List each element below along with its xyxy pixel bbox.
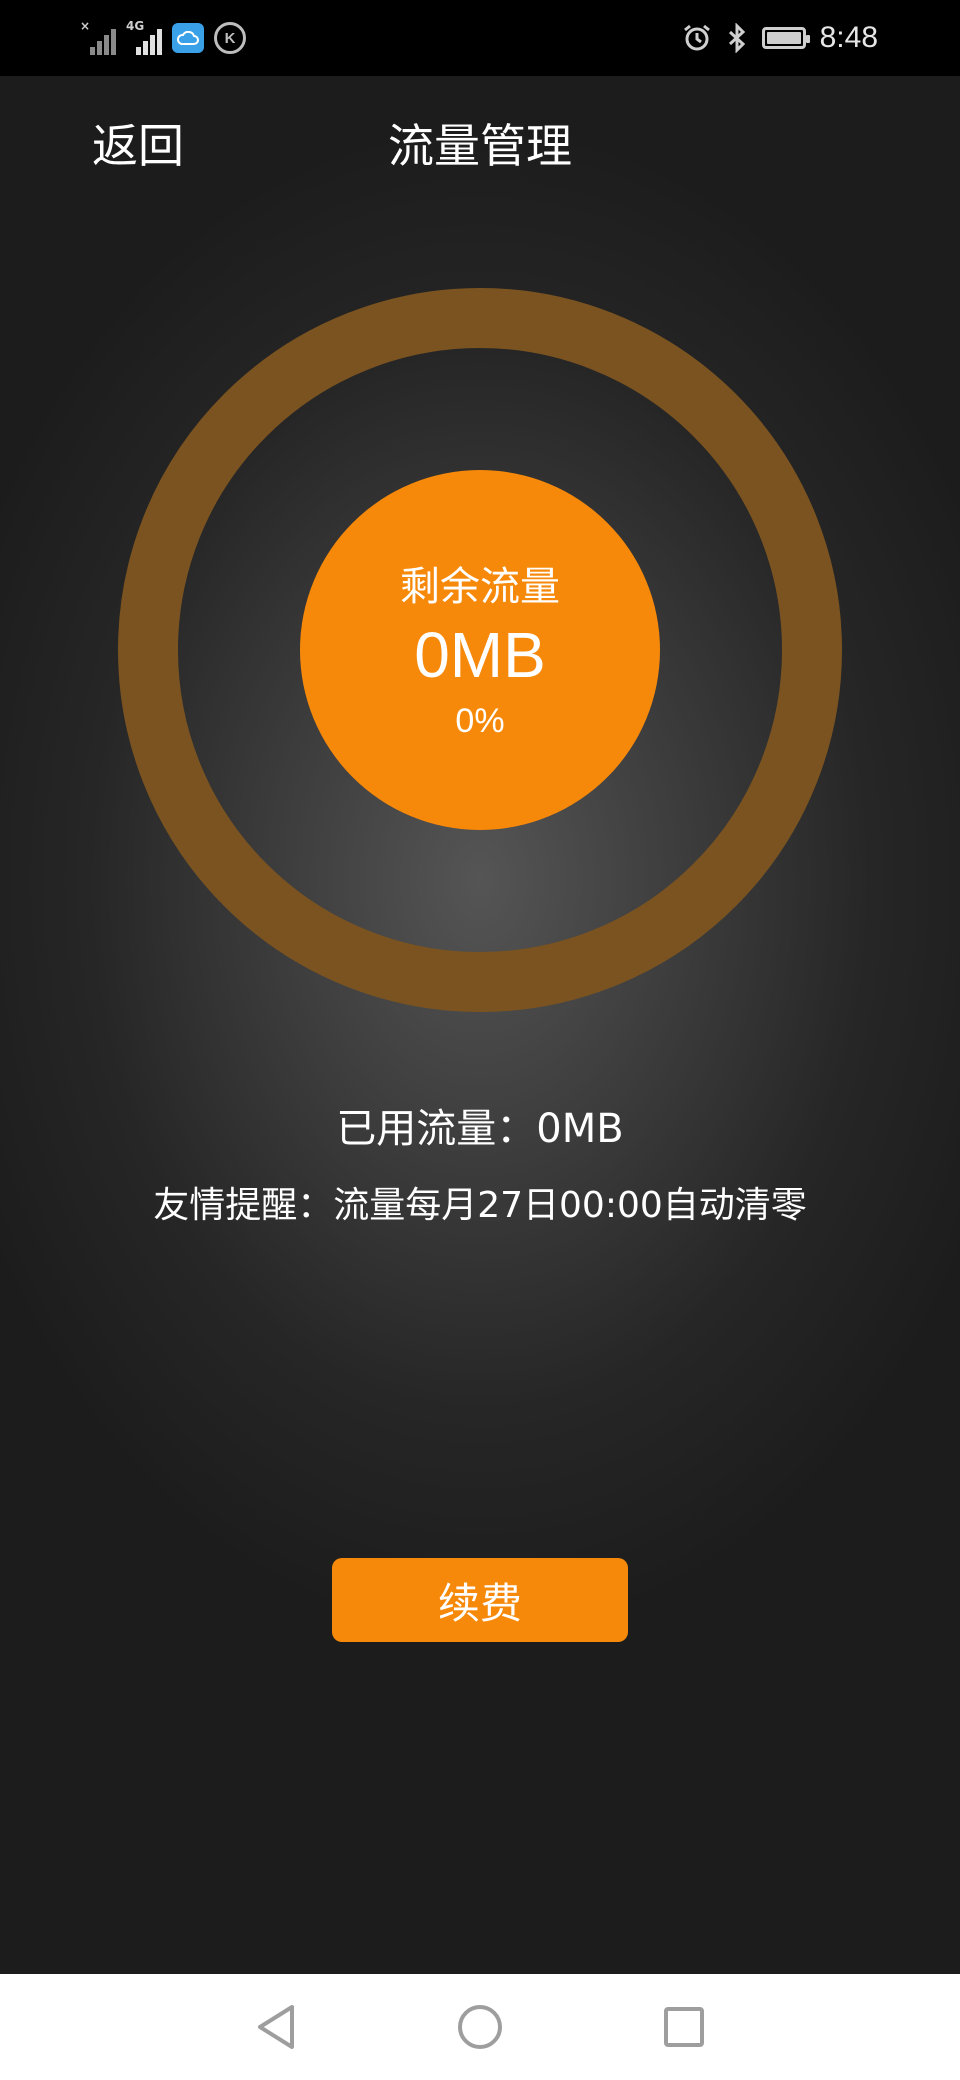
status-left: × 4G K: [80, 0, 246, 76]
k-app-letter: K: [224, 29, 236, 47]
remaining-traffic-percent: 0%: [455, 701, 505, 740]
nav-recents-button[interactable]: [624, 1974, 744, 2080]
battery-icon: [761, 27, 810, 49]
cloud-app-icon: [172, 23, 204, 53]
reset-reminder-text: 友情提醒：流量每月27日00:00自动清零: [153, 1185, 807, 1226]
traffic-gauge-center: 剩余流量 0MB 0%: [300, 470, 660, 830]
signal-4g-label: 4G: [126, 19, 145, 33]
signal-no-service-label: ×: [80, 19, 91, 33]
status-right: 8:48: [682, 0, 878, 76]
page-title: 流量管理: [388, 119, 572, 173]
bluetooth-icon: [728, 23, 745, 53]
nav-home-button[interactable]: [420, 1974, 540, 2080]
navigation-bar: [0, 1974, 960, 2080]
recents-square-icon: [664, 2007, 704, 2047]
k-app-icon: K: [214, 22, 246, 54]
signal-4g-icon: 4G: [126, 19, 162, 55]
nav-back-button[interactable]: [216, 1974, 336, 2080]
renew-button[interactable]: 续费: [332, 1558, 628, 1642]
remaining-traffic-label: 剩余流量: [400, 563, 560, 610]
status-bar: × 4G K 8:48: [0, 0, 960, 76]
remaining-traffic-value: 0MB: [414, 618, 546, 691]
status-time: 8:48: [819, 21, 878, 54]
screen: × 4G K 8:48 返回 流量管理 剩余流量 0MB 0% 已用流量：0MB…: [0, 0, 960, 2080]
back-triangle-icon: [258, 2005, 294, 2049]
signal-icon: ×: [80, 19, 116, 55]
home-circle-icon: [458, 2005, 502, 2049]
used-traffic-text: 已用流量：0MB: [336, 1106, 624, 1152]
alarm-icon: [683, 24, 710, 51]
